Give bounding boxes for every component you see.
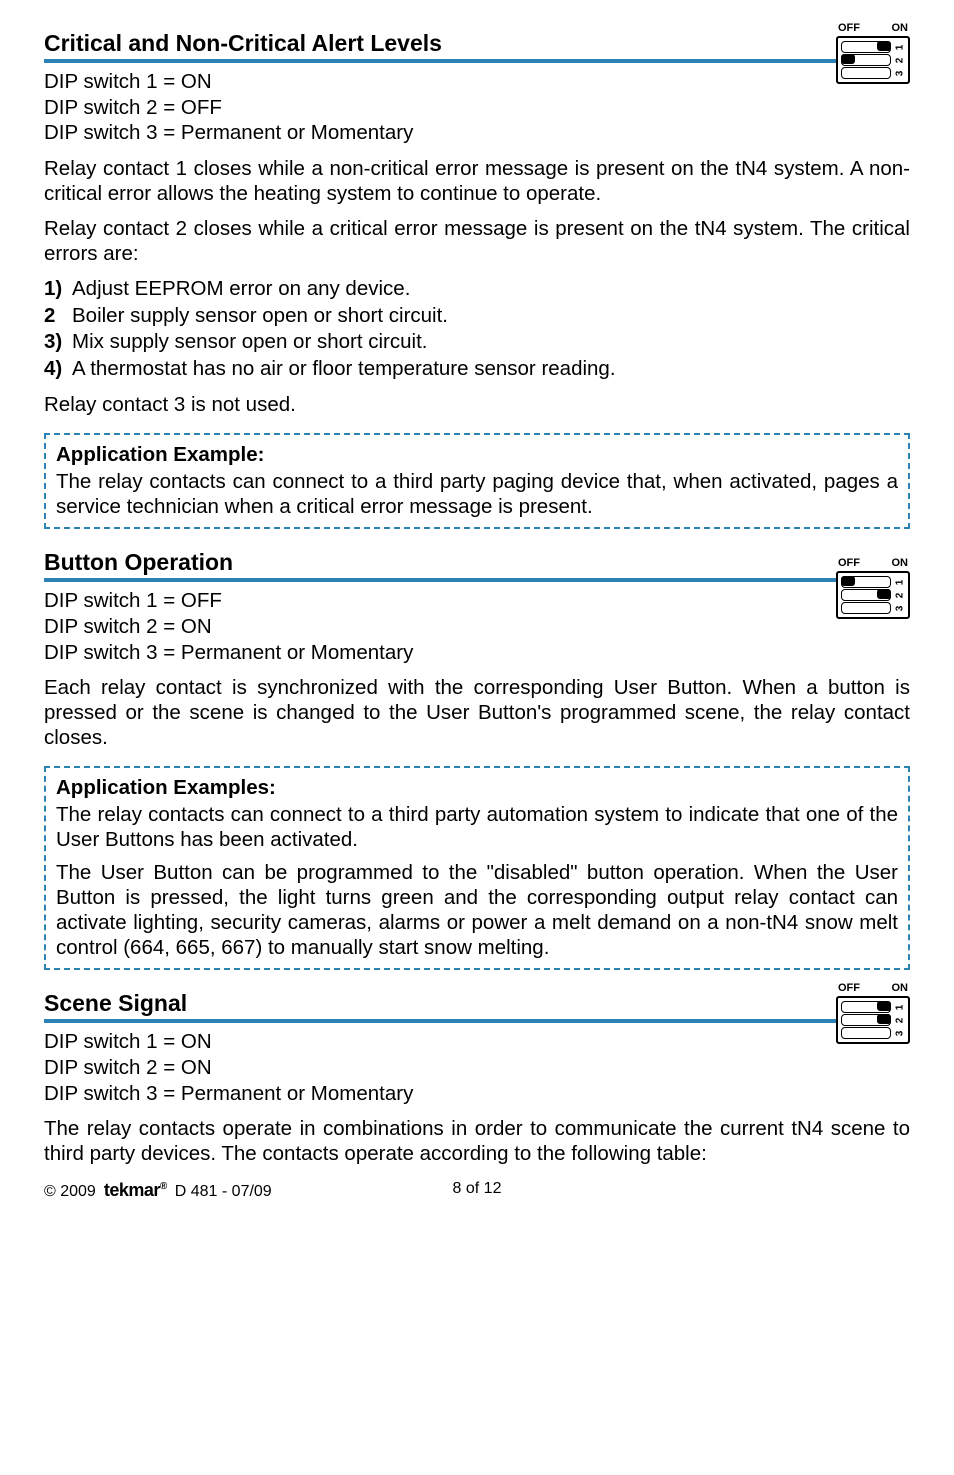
paragraph: Relay contact 1 closes while a non-criti…: [44, 156, 910, 206]
section-title-scene: Scene Signal: [44, 990, 910, 1023]
dip-diagram-scene: OFF ON 1 2 3: [836, 982, 910, 1044]
error-list: 1)Adjust EEPROM error on any device. 2Bo…: [44, 276, 910, 383]
paragraph: Relay contact 2 closes while a critical …: [44, 216, 910, 266]
paragraph: The relay contacts operate in combinatio…: [44, 1116, 910, 1166]
dip-off-label: OFF: [838, 22, 860, 34]
dip-diagram-button: OFF ON 1 2 3: [836, 557, 910, 619]
dip-on-label: ON: [892, 982, 909, 994]
list-item: 2Boiler supply sensor open or short circ…: [44, 303, 910, 330]
paragraph: Each relay contact is synchronized with …: [44, 675, 910, 750]
section-button-header: Button Operation OFF ON 1 2 3: [44, 549, 910, 582]
callout-text: The relay contacts can connect to a thir…: [56, 802, 898, 852]
brand-logo: tekmar®: [104, 1180, 167, 1201]
dip-line: DIP switch 2 = ON: [44, 1055, 910, 1081]
list-item: 4)A thermostat has no air or floor tempe…: [44, 356, 910, 383]
callout-text: The relay contacts can connect to a thir…: [56, 469, 898, 519]
list-item: 3)Mix supply sensor open or short circui…: [44, 329, 910, 356]
dip-line: DIP switch 2 = ON: [44, 614, 910, 640]
copyright: © 2009: [44, 1183, 96, 1201]
paragraph: Relay contact 3 is not used.: [44, 392, 910, 417]
dip-settings-scene: DIP switch 1 = ON DIP switch 2 = ON DIP …: [44, 1029, 910, 1106]
section-scene-header: Scene Signal OFF ON 1 2 3: [44, 990, 910, 1023]
dip-line: DIP switch 1 = OFF: [44, 588, 910, 614]
dip-settings-critical: DIP switch 1 = ON DIP switch 2 = OFF DIP…: [44, 69, 910, 146]
dip-line: DIP switch 1 = ON: [44, 69, 910, 95]
dip-line: DIP switch 3 = Permanent or Momentary: [44, 640, 910, 666]
list-item: 1)Adjust EEPROM error on any device.: [44, 276, 910, 303]
dip-on-label: ON: [892, 557, 909, 569]
dip-line: DIP switch 3 = Permanent or Momentary: [44, 120, 910, 146]
dip-settings-button: DIP switch 1 = OFF DIP switch 2 = ON DIP…: [44, 588, 910, 665]
dip-diagram-critical: OFF ON 1 2 3: [836, 22, 910, 84]
dip-line: DIP switch 2 = OFF: [44, 95, 910, 121]
dip-off-label: OFF: [838, 557, 860, 569]
section-title-critical: Critical and Non-Critical Alert Levels: [44, 30, 910, 63]
dip-on-label: ON: [892, 22, 909, 34]
dip-line: DIP switch 1 = ON: [44, 1029, 910, 1055]
callout-critical: Application Example: The relay contacts …: [44, 433, 910, 529]
doc-number: D 481 - 07/09: [175, 1183, 272, 1201]
section-title-button: Button Operation: [44, 549, 910, 582]
callout-title: Application Example:: [56, 443, 898, 467]
section-critical-header: Critical and Non-Critical Alert Levels O…: [44, 30, 910, 63]
page-number: 8 of 12: [453, 1180, 502, 1198]
dip-off-label: OFF: [838, 982, 860, 994]
callout-text: The User Button can be programmed to the…: [56, 860, 898, 960]
callout-title: Application Examples:: [56, 776, 898, 800]
dip-line: DIP switch 3 = Permanent or Momentary: [44, 1081, 910, 1107]
callout-button: Application Examples: The relay contacts…: [44, 766, 910, 970]
footer: © 2009 tekmar® D 481 - 07/09 8 of 12: [44, 1180, 910, 1201]
